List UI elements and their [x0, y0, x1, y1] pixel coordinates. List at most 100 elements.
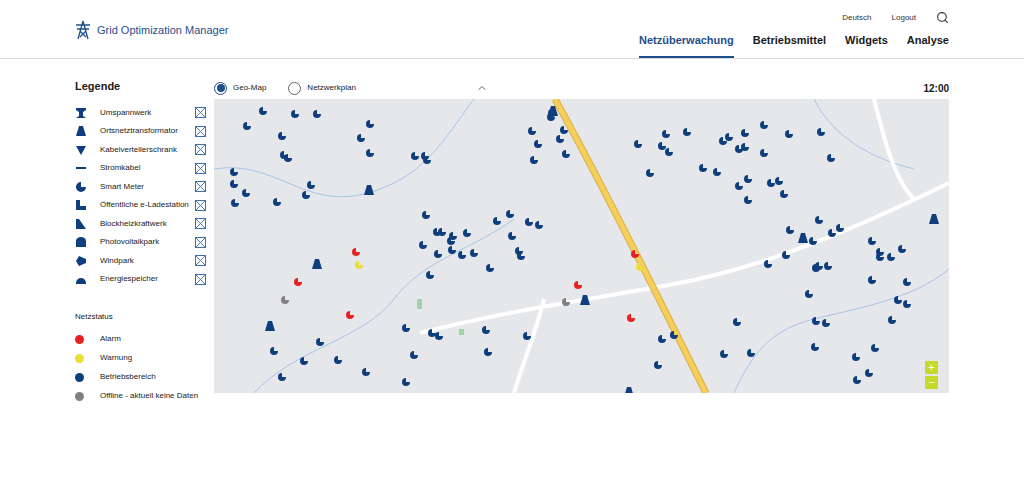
smart-meter-marker[interactable]: [438, 228, 446, 236]
smart-meter-marker[interactable]: [888, 316, 896, 324]
smart-meter-marker[interactable]: [760, 149, 768, 157]
smart-meter-marker[interactable]: [506, 210, 514, 218]
smart-meter-marker[interactable]: [534, 140, 542, 148]
smart-meter-marker[interactable]: [782, 251, 790, 259]
smart-meter-marker[interactable]: [562, 150, 570, 158]
nav-tab[interactable]: Widgets: [845, 32, 888, 59]
smart-meter-marker[interactable]: [670, 331, 678, 339]
smart-meter-marker[interactable]: [767, 179, 775, 187]
smart-meter-marker[interactable]: [259, 107, 267, 115]
smart-meter-marker[interactable]: [243, 122, 251, 130]
search-icon[interactable]: [936, 11, 949, 24]
smart-meter-marker[interactable]: [291, 110, 299, 118]
smart-meter-marker[interactable]: [435, 332, 443, 340]
header-link[interactable]: Deutsch: [842, 12, 871, 24]
legend-checkbox[interactable]: [195, 107, 206, 118]
smart-meter-marker[interactable]: [411, 152, 419, 160]
smart-meter-marker[interactable]: [903, 278, 911, 286]
smart-meter-marker[interactable]: [302, 191, 310, 199]
smart-meter-marker[interactable]: [665, 148, 673, 156]
smart-meter-marker[interactable]: [242, 189, 250, 197]
transformer-marker[interactable]: [364, 185, 374, 195]
header-link[interactable]: Logout: [892, 12, 916, 24]
smart-meter-marker[interactable]: [422, 211, 430, 219]
collapse-icon[interactable]: [476, 82, 488, 94]
smart-meter-marker[interactable]: [517, 252, 525, 260]
smart-meter-marker[interactable]: [273, 198, 281, 206]
nav-tab[interactable]: Netzüberwachung: [639, 32, 734, 59]
smart-meter-marker[interactable]: [448, 246, 456, 254]
smart-meter-marker[interactable]: [636, 263, 644, 271]
smart-meter-marker[interactable]: [646, 169, 654, 177]
smart-meter-marker[interactable]: [887, 253, 895, 261]
transformer-marker[interactable]: [265, 321, 275, 331]
transformer-marker[interactable]: [580, 295, 590, 305]
smart-meter-marker[interactable]: [508, 232, 516, 240]
smart-meter-marker[interactable]: [805, 290, 813, 298]
logo[interactable]: Grid Optimization Manager: [75, 0, 228, 58]
transformer-marker[interactable]: [312, 259, 322, 269]
transformer-marker[interactable]: [624, 387, 634, 393]
smart-meter-marker[interactable]: [631, 250, 639, 258]
smart-meter-marker[interactable]: [627, 314, 635, 322]
smart-meter-marker[interactable]: [815, 216, 823, 224]
smart-meter-marker[interactable]: [725, 133, 733, 141]
smart-meter-marker[interactable]: [402, 324, 410, 332]
smart-meter-marker[interactable]: [836, 224, 844, 232]
smart-meter-marker[interactable]: [699, 164, 707, 172]
transformer-marker[interactable]: [798, 233, 808, 243]
smart-meter-marker[interactable]: [786, 226, 794, 234]
smart-meter-marker[interactable]: [760, 121, 768, 129]
nav-tab[interactable]: Analyse: [907, 32, 949, 59]
smart-meter-marker[interactable]: [744, 196, 752, 204]
smart-meter-marker[interactable]: [470, 249, 478, 257]
smart-meter-marker[interactable]: [484, 348, 492, 356]
smart-meter-marker[interactable]: [852, 353, 860, 361]
smart-meter-marker[interactable]: [231, 199, 239, 207]
smart-meter-marker[interactable]: [741, 129, 749, 137]
smart-meter-marker[interactable]: [827, 154, 835, 162]
smart-meter-marker[interactable]: [817, 128, 825, 136]
smart-meter-marker[interactable]: [662, 130, 670, 138]
smart-meter-marker[interactable]: [775, 177, 783, 185]
smart-meter-marker[interactable]: [428, 329, 436, 337]
legend-checkbox[interactable]: [195, 181, 206, 192]
smart-meter-marker[interactable]: [294, 278, 302, 286]
smart-meter-marker[interactable]: [278, 373, 286, 381]
smart-meter-marker[interactable]: [876, 248, 884, 256]
smart-meter-marker[interactable]: [280, 151, 288, 159]
smart-meter-marker[interactable]: [865, 369, 873, 377]
view-radio[interactable]: Netzwerkplan: [288, 82, 355, 95]
smart-meter-marker[interactable]: [355, 261, 363, 269]
smart-meter-marker[interactable]: [654, 361, 662, 369]
smart-meter-marker[interactable]: [720, 350, 728, 358]
smart-meter-marker[interactable]: [230, 168, 238, 176]
smart-meter-marker[interactable]: [824, 262, 832, 270]
smart-meter-marker[interactable]: [898, 245, 906, 253]
smart-meter-marker[interactable]: [230, 180, 238, 188]
transformer-marker[interactable]: [929, 214, 939, 224]
smart-meter-marker[interactable]: [352, 248, 360, 256]
smart-meter-marker[interactable]: [683, 128, 691, 136]
legend-checkbox[interactable]: [195, 237, 206, 248]
smart-meter-marker[interactable]: [362, 368, 370, 376]
smart-meter-marker[interactable]: [421, 152, 429, 160]
smart-meter-marker[interactable]: [871, 344, 879, 352]
smart-meter-marker[interactable]: [346, 311, 354, 319]
smart-meter-marker[interactable]: [812, 317, 820, 325]
smart-meter-marker[interactable]: [713, 168, 721, 176]
smart-meter-marker[interactable]: [278, 132, 286, 140]
smart-meter-marker[interactable]: [809, 237, 817, 245]
smart-meter-marker[interactable]: [523, 332, 531, 340]
smart-meter-marker[interactable]: [458, 251, 466, 259]
legend-checkbox[interactable]: [195, 274, 206, 285]
smart-meter-marker[interactable]: [525, 218, 533, 226]
smart-meter-marker[interactable]: [747, 349, 755, 357]
zoom-button[interactable]: +: [925, 361, 938, 374]
smart-meter-marker[interactable]: [334, 356, 342, 364]
smart-meter-marker[interactable]: [449, 232, 457, 240]
smart-meter-marker[interactable]: [658, 335, 666, 343]
smart-meter-marker[interactable]: [556, 135, 564, 143]
smart-meter-marker[interactable]: [574, 281, 582, 289]
geo-map[interactable]: +−: [214, 99, 949, 393]
